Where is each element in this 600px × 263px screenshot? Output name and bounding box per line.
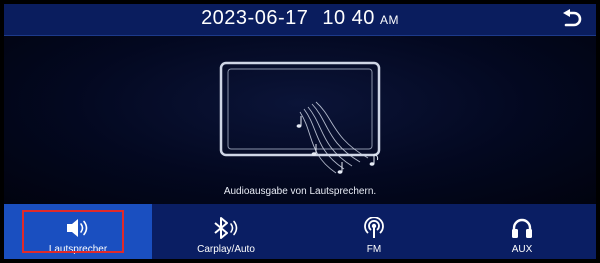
tab-aux[interactable]: AUX bbox=[448, 204, 596, 259]
radio-broadcast-icon bbox=[362, 216, 386, 240]
speaker-output-illustration bbox=[219, 61, 381, 174]
time-text: 10 40 bbox=[322, 7, 375, 29]
display-frame: 2023-06-17 10 40 AM Audioausgabe von Lau… bbox=[4, 4, 596, 259]
status-bar: 2023-06-17 10 40 AM bbox=[4, 4, 596, 36]
date-text: 2023-06-17 bbox=[201, 7, 309, 29]
headphones-icon bbox=[510, 216, 534, 240]
ampm-text: AM bbox=[379, 13, 399, 27]
back-button[interactable] bbox=[558, 6, 586, 32]
date-time-display: 2023-06-17 10 40 AM bbox=[4, 7, 596, 30]
audio-output-message: Audioausgabe von Lautsprechern. bbox=[223, 186, 377, 197]
back-arrow-icon bbox=[563, 9, 582, 27]
head-unit-screen: 2023-06-17 10 40 AM Audioausgabe von Lau… bbox=[0, 0, 600, 263]
tab-carplay-auto[interactable]: Carplay/Auto bbox=[152, 204, 300, 259]
tab-carplay-auto-label: Carplay/Auto bbox=[197, 244, 255, 255]
tab-aux-label: AUX bbox=[511, 244, 533, 255]
source-tab-bar: Lautsprecher Carplay/Auto FM AUX bbox=[4, 204, 596, 259]
bluetooth-audio-icon bbox=[211, 216, 241, 240]
speaker-icon bbox=[65, 216, 91, 240]
tab-fm[interactable]: FM bbox=[300, 204, 448, 259]
main-content: Audioausgabe von Lautsprechern. bbox=[4, 36, 596, 204]
tab-lautsprecher[interactable]: Lautsprecher bbox=[4, 204, 152, 259]
tab-fm-label: FM bbox=[366, 244, 382, 255]
tab-lautsprecher-label: Lautsprecher bbox=[48, 244, 108, 255]
